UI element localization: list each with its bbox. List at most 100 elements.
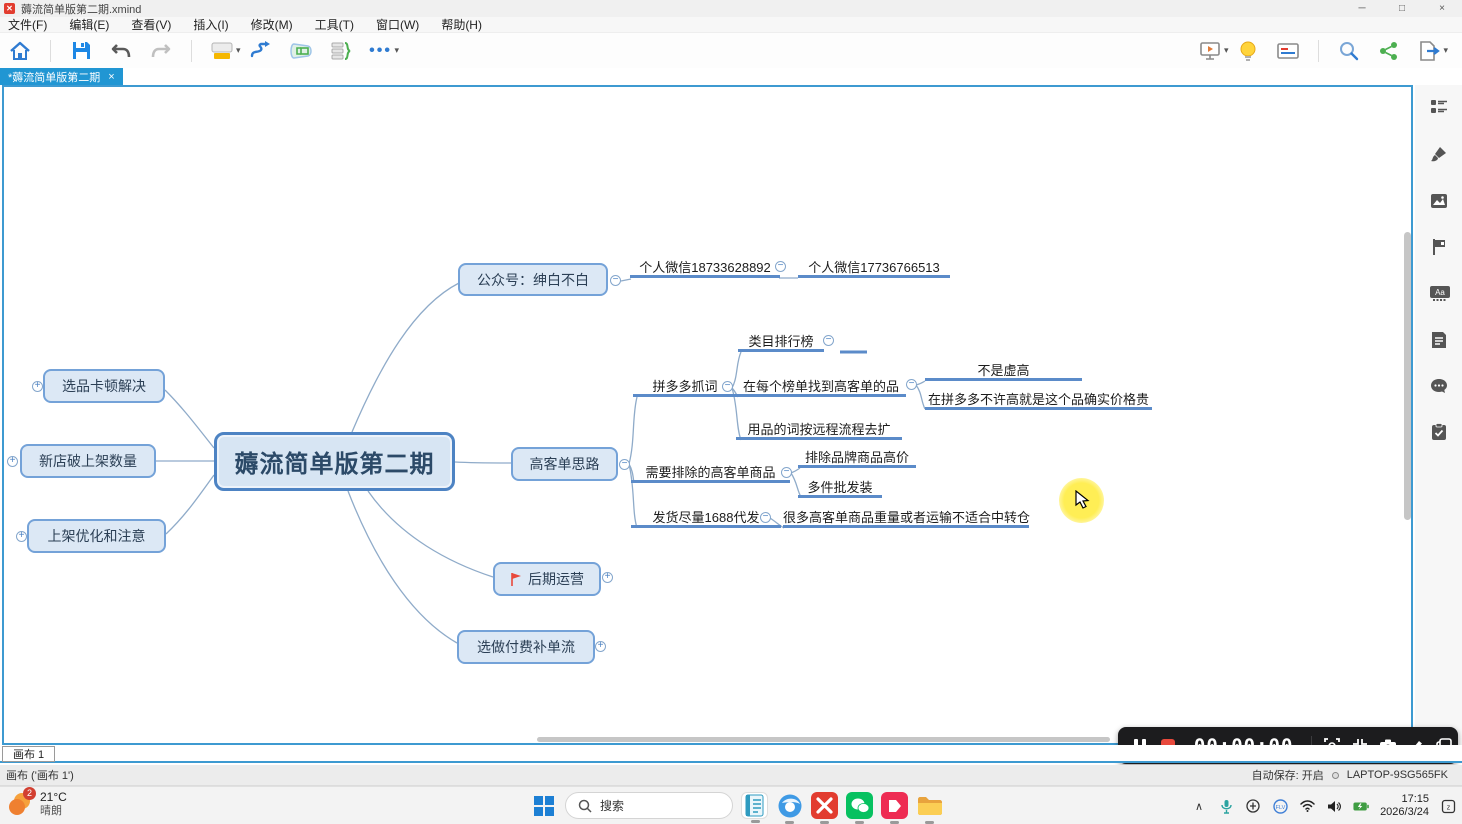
- menu-modify[interactable]: 修改(M): [251, 16, 293, 33]
- taskbar-app-xmind[interactable]: [811, 792, 838, 819]
- collapse-badge-find[interactable]: −: [906, 379, 917, 390]
- topic-heavy-goods[interactable]: 很多高客单商品重量或者运输不适合中转仓: [783, 507, 1029, 528]
- notes-panel-icon[interactable]: [1275, 38, 1301, 64]
- topic-exclude-brand[interactable]: 排除品牌商品高价: [798, 447, 916, 468]
- presentation-caret-icon[interactable]: ▾: [1224, 45, 1229, 56]
- menu-window[interactable]: 窗口(W): [376, 16, 419, 33]
- topic-bushixugao[interactable]: 不是虚高: [925, 360, 1082, 381]
- task-clipboard-icon[interactable]: [1430, 423, 1448, 441]
- weather-temp: 21°C: [40, 790, 67, 804]
- topic-exclude[interactable]: 需要排除的高客单商品: [631, 462, 790, 483]
- taskbar-app-pink[interactable]: [881, 792, 908, 819]
- topic-wechat-1[interactable]: 个人微信18733628892: [630, 257, 780, 278]
- device-name: LAPTOP-9SG565FK: [1347, 769, 1448, 781]
- topic-gongzhonghao[interactable]: 公众号：绅白不白: [458, 263, 608, 296]
- search-icon[interactable]: [1336, 38, 1362, 64]
- tray-volume-icon[interactable]: [1326, 798, 1342, 814]
- tray-wifi-icon[interactable]: [1299, 798, 1315, 814]
- comment-icon[interactable]: [1430, 377, 1448, 395]
- taskbar-app-notepad[interactable]: [741, 792, 768, 819]
- menu-view[interactable]: 查看(V): [131, 16, 171, 33]
- menu-tools[interactable]: 工具(T): [315, 16, 354, 33]
- topic-xuanpin[interactable]: 选品卡顿解决: [43, 369, 165, 403]
- undo-icon[interactable]: [108, 38, 134, 64]
- weather-widget[interactable]: 2 21°C 晴朗: [6, 790, 67, 818]
- export-caret-icon[interactable]: ▾: [1443, 45, 1448, 56]
- collapse-badge-rank[interactable]: −: [823, 335, 834, 346]
- export-icon[interactable]: [1416, 38, 1442, 64]
- tray-app-icon-1[interactable]: [1245, 798, 1261, 814]
- boundary-icon[interactable]: [288, 38, 314, 64]
- close-button[interactable]: ×: [1422, 0, 1462, 17]
- topic-shape-caret-icon[interactable]: ▾: [236, 45, 241, 56]
- expand-badge-xindian[interactable]: +: [7, 456, 18, 467]
- tray-microphone-icon[interactable]: [1218, 798, 1234, 814]
- start-button[interactable]: [530, 792, 557, 819]
- xmind-logo-icon: ✕: [4, 3, 15, 14]
- tab-close-icon[interactable]: ×: [108, 71, 114, 83]
- mindmap-canvas[interactable]: [2, 85, 1413, 745]
- tray-chevron-icon[interactable]: ∧: [1191, 798, 1207, 814]
- topic-xindian[interactable]: 新店破上架数量: [20, 444, 156, 478]
- expand-badge-houqi[interactable]: +: [602, 572, 613, 583]
- text-style-icon[interactable]: Aa: [1430, 284, 1448, 302]
- red-flag-icon: [510, 572, 523, 587]
- maximize-button[interactable]: □: [1382, 0, 1422, 17]
- topic-root[interactable]: 薅流简单版第二期: [214, 432, 455, 491]
- topic-fufei-budan[interactable]: 选做付费补单流: [457, 630, 595, 664]
- image-panel-icon[interactable]: [1430, 192, 1448, 210]
- mouse-cursor-icon: [1074, 490, 1090, 510]
- tab-current-document[interactable]: *薅流简单版第二期 ×: [0, 68, 123, 85]
- expand-badge-fufei[interactable]: +: [595, 641, 606, 652]
- horizontal-scrollbar[interactable]: [537, 737, 1110, 742]
- vertical-scrollbar[interactable]: [1404, 232, 1411, 520]
- format-brush-icon[interactable]: [1430, 145, 1448, 163]
- topic-jiagegui[interactable]: 在拼多多不许高就是这个品确实价格贵: [925, 389, 1152, 410]
- collapse-badge-exclude[interactable]: −: [781, 467, 792, 478]
- tray-clock[interactable]: 17:15 2026/3/24: [1380, 793, 1429, 819]
- topic-gaokedan[interactable]: 高客单思路: [511, 447, 618, 481]
- menu-edit[interactable]: 编辑(E): [69, 16, 109, 33]
- topic-houqi-yunying[interactable]: 后期运营: [493, 562, 601, 596]
- taskbar-app-file-explorer[interactable]: [916, 792, 943, 819]
- tray-battery-icon[interactable]: [1353, 798, 1369, 814]
- topic-shangjia[interactable]: 上架优化和注意: [27, 519, 166, 553]
- topic-wechat-2[interactable]: 个人微信17736766513: [798, 257, 950, 278]
- taskbar-app-wechat[interactable]: [846, 792, 873, 819]
- menu-help[interactable]: 帮助(H): [441, 16, 482, 33]
- topic-shape-icon[interactable]: [209, 38, 235, 64]
- taskbar-search-input[interactable]: 搜索: [565, 792, 733, 819]
- topic-bulk-pack[interactable]: 多件批发装: [798, 477, 882, 498]
- presentation-icon[interactable]: [1197, 38, 1223, 64]
- marker-flag-icon[interactable]: [1430, 238, 1448, 256]
- expand-badge-xuanpin[interactable]: +: [32, 381, 43, 392]
- collapse-badge-ship[interactable]: −: [760, 512, 771, 523]
- redo-icon[interactable]: [148, 38, 174, 64]
- relationship-icon[interactable]: [248, 38, 274, 64]
- more-tools-caret-icon[interactable]: ▾: [395, 45, 400, 56]
- summary-icon[interactable]: [328, 38, 354, 64]
- topic-leimu-rank[interactable]: 类目排行榜: [738, 331, 824, 352]
- collapse-badge-gongzhonghao[interactable]: −: [610, 275, 621, 286]
- topic-yongpin-ci[interactable]: 用品的词按远程流程去扩: [736, 419, 902, 440]
- notes-icon[interactable]: [1430, 331, 1448, 349]
- home-icon[interactable]: [7, 38, 33, 64]
- menu-insert[interactable]: 插入(I): [193, 16, 228, 33]
- collapse-badge-wechat1[interactable]: −: [775, 261, 786, 272]
- save-icon[interactable]: [68, 38, 94, 64]
- tray-app-icon-2[interactable]: FLV: [1272, 798, 1288, 814]
- idea-lightbulb-icon[interactable]: [1235, 38, 1261, 64]
- topic-find-gaokedan[interactable]: 在每个榜单找到高客单的品: [736, 376, 906, 397]
- minimize-button[interactable]: ─: [1342, 0, 1382, 17]
- collapse-badge-zhuaci[interactable]: −: [722, 381, 733, 392]
- expand-badge-shangjia[interactable]: +: [16, 531, 27, 542]
- menu-file[interactable]: 文件(F): [8, 16, 47, 33]
- notification-center-icon[interactable]: z: [1440, 798, 1456, 814]
- more-tools-icon[interactable]: •••: [368, 38, 394, 64]
- outline-panel-icon[interactable]: [1430, 98, 1448, 116]
- sheet-tab-canvas1[interactable]: 画布 1: [2, 746, 55, 762]
- collapse-badge-gaokedan[interactable]: −: [619, 459, 630, 470]
- taskbar-app-browser[interactable]: [776, 792, 803, 819]
- topic-ship-1688[interactable]: 发货尽量1688代发: [631, 507, 781, 528]
- share-icon[interactable]: [1376, 38, 1402, 64]
